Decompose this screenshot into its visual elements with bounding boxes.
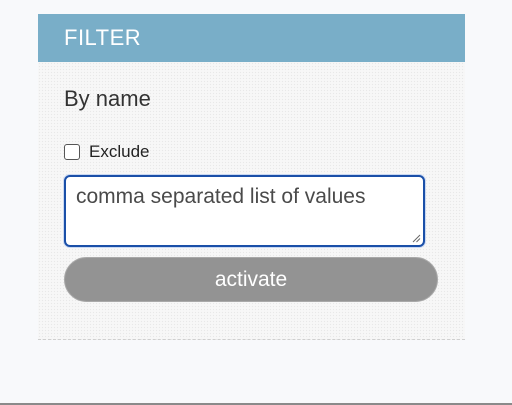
section-title-by-name: By name	[64, 86, 151, 111]
filter-header-title: FILTER	[64, 25, 142, 50]
values-input-wrapper	[64, 175, 425, 247]
filter-panel: FILTER By name Exclude activate	[38, 14, 465, 340]
exclude-label: Exclude	[89, 142, 150, 161]
values-input[interactable]	[66, 177, 423, 245]
filter-header: FILTER	[38, 14, 465, 62]
resize-grip-icon[interactable]	[412, 234, 421, 243]
exclude-checkbox[interactable]	[64, 144, 80, 160]
exclude-option[interactable]: Exclude	[64, 142, 149, 162]
activate-button[interactable]: activate	[64, 257, 438, 302]
